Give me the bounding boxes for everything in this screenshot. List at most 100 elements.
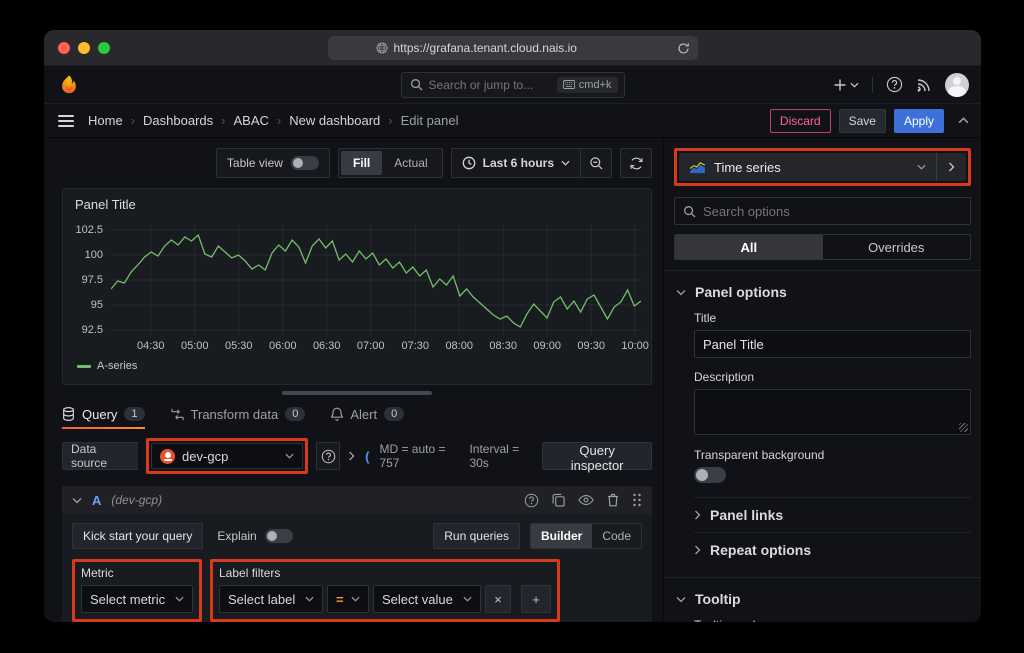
visualization-select[interactable]: Time series xyxy=(679,153,936,181)
tab-query[interactable]: Query 1 xyxy=(62,399,145,429)
traffic-lights xyxy=(58,42,110,54)
time-range-label: Last 6 hours xyxy=(483,156,554,170)
transparent-bg-toggle[interactable] xyxy=(694,467,726,483)
grafana-header: cmd+k xyxy=(44,66,981,104)
x-axis: 04:3005:0005:3006:0006:3007:0007:3008:00… xyxy=(111,340,641,356)
viz-suggestions-button[interactable] xyxy=(936,153,966,181)
panel-options-header[interactable]: Panel options xyxy=(674,271,971,311)
series-name[interactable]: A-series xyxy=(97,360,137,372)
breadcrumb-folder[interactable]: ABAC xyxy=(233,113,268,128)
x-tick-label: 07:30 xyxy=(401,340,429,352)
breadcrumb-dashboards[interactable]: Dashboards xyxy=(143,113,213,128)
help-button[interactable] xyxy=(886,76,903,93)
discard-button[interactable]: Discard xyxy=(770,109,831,133)
fill-actual-group: Fill Actual xyxy=(338,148,443,178)
tab-transform[interactable]: Transform data 0 xyxy=(171,399,306,429)
chevron-down-icon xyxy=(676,289,686,296)
panel-links-section[interactable]: Panel links xyxy=(694,497,971,532)
new-menu-button[interactable] xyxy=(833,78,859,92)
eye-icon[interactable] xyxy=(578,494,594,506)
panel-title-input[interactable] xyxy=(694,330,971,358)
run-queries-button[interactable]: Run queries xyxy=(433,523,520,549)
chart-legend: A-series xyxy=(77,360,641,372)
actual-option[interactable]: Actual xyxy=(382,151,439,175)
highlight-box-label-filters: Label filters Select label = S xyxy=(210,559,560,622)
loading-glyph: ( xyxy=(365,449,369,464)
kick-start-button[interactable]: Kick start your query xyxy=(72,523,203,549)
builder-option[interactable]: Builder xyxy=(531,524,592,548)
search-icon xyxy=(410,78,423,91)
breadcrumb-dashboard[interactable]: New dashboard xyxy=(289,113,380,128)
series-swatch xyxy=(77,365,91,368)
chevron-down-icon xyxy=(351,596,360,602)
query-help-icon[interactable] xyxy=(524,493,539,508)
global-search-input[interactable] xyxy=(429,78,557,92)
options-search[interactable] xyxy=(674,197,971,225)
tab-overrides[interactable]: Overrides xyxy=(823,235,971,259)
options-pane: Time series xyxy=(663,138,981,622)
add-filter-button[interactable]: + xyxy=(521,585,551,613)
save-button[interactable]: Save xyxy=(839,109,886,133)
address-bar[interactable]: https://grafana.tenant.cloud.nais.io xyxy=(328,36,698,60)
y-tick-label: 97.5 xyxy=(82,274,103,286)
breadcrumb-home[interactable]: Home xyxy=(88,113,123,128)
edit-pane-left: Table view Fill Actual Last 6 hours xyxy=(44,138,663,622)
resize-handle[interactable] xyxy=(959,423,968,432)
metric-select[interactable]: Select metric xyxy=(81,585,193,613)
query-inspector-button[interactable]: Query inspector xyxy=(542,442,652,470)
drag-handle-icon[interactable] xyxy=(632,493,642,507)
query-row-header[interactable]: A (dev-gcp) xyxy=(62,486,652,514)
refresh-button[interactable] xyxy=(621,149,651,177)
explain-toggle[interactable] xyxy=(265,529,293,543)
fill-option[interactable]: Fill xyxy=(341,151,382,175)
breadcrumb-bar: Home › Dashboards › ABAC › New dashboard… xyxy=(44,104,981,138)
repeat-options-section[interactable]: Repeat options xyxy=(694,532,971,567)
global-search[interactable]: cmd+k xyxy=(401,72,625,98)
divider xyxy=(872,77,873,93)
panel-preview[interactable]: Panel Title 102.510097.59592.5 04:3005:0… xyxy=(62,188,652,385)
close-window-button[interactable] xyxy=(58,42,70,54)
value-select[interactable]: Select value xyxy=(373,585,481,613)
user-avatar[interactable] xyxy=(945,73,969,97)
query-options-summary[interactable]: ( MD = auto = 757 Interval = 30s xyxy=(348,442,534,470)
operator-select[interactable]: = xyxy=(327,585,369,613)
x-tick-label: 08:30 xyxy=(489,340,517,352)
grafana-logo-icon[interactable] xyxy=(58,74,80,96)
tooltip-section-header[interactable]: Tooltip xyxy=(674,578,971,618)
remove-filter-button[interactable]: × xyxy=(485,585,511,613)
zoom-out-button[interactable] xyxy=(581,149,611,177)
metric-label: Metric xyxy=(81,566,193,580)
database-icon xyxy=(62,407,75,421)
transparent-bg-label: Transparent background xyxy=(694,448,971,462)
time-range-button[interactable]: Last 6 hours xyxy=(452,149,580,177)
time-series-chart[interactable] xyxy=(111,224,641,336)
query-editor: A (dev-gcp) Kick start your query Explai… xyxy=(62,486,652,622)
apply-button[interactable]: Apply xyxy=(894,109,944,133)
tab-alert[interactable]: Alert 0 xyxy=(331,399,404,429)
tab-all-options[interactable]: All xyxy=(675,235,823,259)
chevron-up-icon[interactable] xyxy=(958,117,969,124)
reload-icon[interactable] xyxy=(677,42,690,55)
code-option[interactable]: Code xyxy=(592,524,641,548)
chevron-down-icon xyxy=(305,596,314,602)
description-textarea[interactable] xyxy=(694,389,971,435)
explain-label: Explain xyxy=(217,529,256,543)
duplicate-icon[interactable] xyxy=(552,493,565,507)
table-view-toggle[interactable] xyxy=(291,156,319,170)
minimize-window-button[interactable] xyxy=(78,42,90,54)
datasource-row: Data source dev-gcp ( MD xyxy=(62,438,652,474)
options-search-input[interactable] xyxy=(703,204,962,219)
datasource-help-button[interactable] xyxy=(316,442,340,470)
pane-resize-handle[interactable] xyxy=(282,391,432,395)
label-select[interactable]: Select label xyxy=(219,585,323,613)
trash-icon[interactable] xyxy=(607,493,619,507)
menu-toggle-icon[interactable] xyxy=(58,115,74,127)
highlight-box-datasource: dev-gcp xyxy=(146,438,308,474)
highlight-box-metric: Metric Select metric xyxy=(72,559,202,622)
datasource-picker[interactable]: dev-gcp xyxy=(151,443,303,469)
datasource-name: dev-gcp xyxy=(182,449,228,464)
x-tick-label: 09:30 xyxy=(577,340,605,352)
news-button[interactable] xyxy=(916,77,932,93)
repeat-options-label: Repeat options xyxy=(710,542,811,558)
zoom-window-button[interactable] xyxy=(98,42,110,54)
